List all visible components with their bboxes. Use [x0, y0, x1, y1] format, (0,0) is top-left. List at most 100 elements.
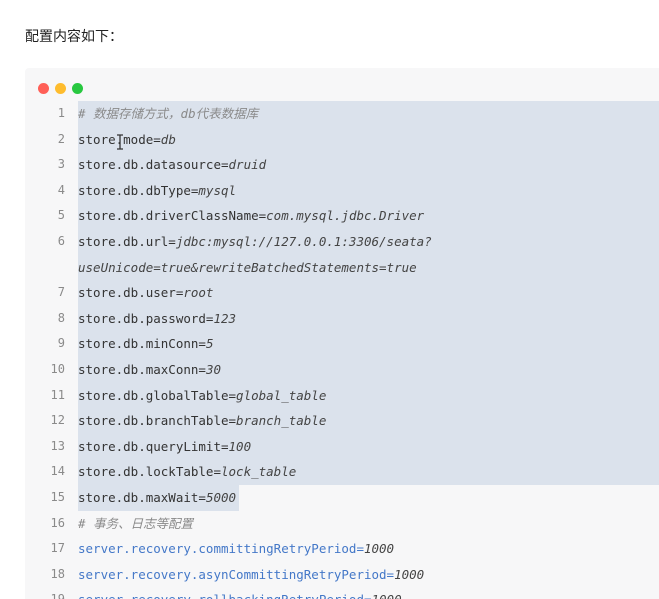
- line-text: store.db.lockTable=lock_table: [78, 459, 659, 485]
- line-text: server.recovery.committingRetryPeriod=10…: [78, 536, 659, 562]
- line-text: store.db.maxConn=30: [78, 357, 659, 383]
- config-key: store.db.password=: [78, 310, 214, 326]
- config-value: druid: [228, 157, 267, 173]
- config-key: server.recovery.rollbackingRetryPeriod=: [78, 592, 372, 599]
- config-value: 1000: [372, 592, 402, 599]
- code-line[interactable]: 8 store.db.password=123: [25, 305, 659, 332]
- config-value: 1000: [363, 541, 395, 557]
- intro-text: 配置内容如下：: [25, 29, 123, 45]
- config-value: 123: [213, 310, 237, 326]
- config-key: store.db.queryLimit=: [78, 438, 229, 454]
- code-line[interactable]: 1 # 数据存储方式，db代表数据库: [25, 101, 659, 127]
- config-value: 5000: [205, 489, 237, 505]
- line-number: 16: [50, 515, 65, 530]
- code-line[interactable]: 4 store.db.dbType=mysql: [25, 177, 659, 204]
- config-value: com.mysql.jdbc.Driver: [266, 208, 425, 224]
- code-line[interactable]: 3 store.db.datasource=druid: [25, 152, 659, 178]
- line-number: 17: [50, 541, 65, 556]
- line-number: 8: [57, 310, 65, 325]
- code-line[interactable]: 15 store.db.maxWait=5000: [25, 484, 659, 511]
- config-value: lock_table: [221, 464, 297, 480]
- line-number: 15: [50, 489, 65, 504]
- code-comment: # 事务、日志等配置: [78, 515, 194, 531]
- line-text: store.db.driverClassName=com.mysql.jdbc.…: [78, 203, 659, 229]
- config-key: store.db.driverClassName=: [78, 208, 267, 224]
- config-key: store.db.maxWait=: [78, 489, 206, 505]
- line-text: server.recovery.asynCommittingRetryPerio…: [78, 562, 659, 588]
- config-key: store.db.user=: [78, 285, 184, 301]
- config-value: 5: [205, 336, 214, 352]
- line-number: 14: [50, 464, 65, 479]
- config-key: server.recovery.committingRetryPeriod=: [78, 541, 364, 557]
- line-number: 19: [25, 587, 65, 599]
- config-key: store.db.datasource=: [78, 157, 229, 173]
- line-number: 7: [57, 285, 65, 300]
- config-value: root: [183, 285, 214, 301]
- line-text: store.db.user=root: [78, 280, 659, 306]
- page: 配置内容如下： 1 # 数据存储方式，db代表数据库 2 store.mode=db 3…: [0, 0, 659, 599]
- line-number: 2: [57, 131, 65, 146]
- line-text: store.db.maxWait=5000: [78, 485, 659, 511]
- code-lines[interactable]: 1 # 数据存储方式，db代表数据库 2 store.mode=db 3 store.db…: [25, 101, 659, 599]
- line-text: store.db.queryLimit=100: [78, 434, 659, 460]
- maximize-dot-icon: [72, 83, 83, 94]
- config-key: store.db.url=: [78, 233, 176, 249]
- config-key: server.recovery.asynCommittingRetryPerio…: [78, 566, 395, 582]
- config-value: 1000: [394, 566, 425, 582]
- line-text: store.db.url=jdbc:mysql://127.0.0.1:3306…: [78, 229, 659, 255]
- close-dot-icon: [38, 83, 49, 94]
- line-number: 13: [50, 438, 65, 453]
- code-line[interactable]: 10 store.db.maxConn=30: [25, 356, 659, 383]
- config-key: store.db.dbType=: [78, 182, 199, 198]
- line-number: 3: [57, 157, 65, 172]
- config-value: 100: [228, 438, 252, 454]
- code-line[interactable]: 11 store.db.globalTable=global_table: [25, 382, 659, 409]
- line-text: useUnicode=true&rewriteBatchedStatements…: [78, 255, 659, 281]
- line-number: 9: [57, 336, 65, 351]
- code-line[interactable]: 18 server.recovery.asynCommittingRetryPer…: [25, 562, 659, 588]
- code-line[interactable]: 12 store.db.branchTable=branch_table: [25, 408, 659, 434]
- code-line[interactable]: 17 server.recovery.committingRetryPeriod=…: [25, 536, 659, 562]
- line-text: store.db.datasource=druid: [78, 152, 659, 178]
- text-cursor-icon: [117, 134, 123, 150]
- line-text: # 事务、日志等配置: [78, 511, 659, 537]
- line-text: store.db.globalTable=global_table: [78, 383, 659, 409]
- config-value: mysql: [198, 182, 237, 198]
- code-line[interactable]: 16 # 事务、日志等配置: [25, 511, 659, 537]
- code-line[interactable]: 7 store.db.user=root: [25, 280, 659, 306]
- line-number: 12: [50, 413, 65, 428]
- minimize-dot-icon: [55, 83, 66, 94]
- config-key: store.db.globalTable=: [78, 387, 237, 403]
- line-number: 11: [50, 387, 65, 402]
- code-line[interactable]: 19 server.recovery.rollbackingRetryPeriod…: [25, 587, 659, 599]
- config-value: global_table: [236, 387, 327, 403]
- line-text: store.db.password=123: [78, 306, 659, 332]
- line-number: 5: [57, 208, 65, 223]
- config-value: useUnicode=true&rewriteBatchedStatements…: [78, 259, 417, 275]
- code-line[interactable]: 6 store.db.url=jdbc:mysql://127.0.0.1:330…: [25, 228, 659, 255]
- config-key: store.db.maxConn=: [78, 361, 206, 377]
- code-comment: # 数据存储方式，db代表数据库: [78, 106, 259, 121]
- config-value: db: [160, 131, 176, 147]
- line-number: 10: [50, 361, 65, 376]
- line-number: 4: [57, 182, 65, 197]
- config-key: store.db.minConn=: [78, 336, 206, 352]
- config-value: jdbc:mysql://127.0.0.1:3306/seata?: [175, 233, 432, 249]
- line-text: store.db.branchTable=branch_table: [78, 408, 659, 434]
- window-controls: [38, 83, 83, 94]
- line-text: store.mode=db: [78, 127, 659, 153]
- line-text: server.recovery.rollbackingRetryPeriod=1…: [78, 587, 659, 599]
- config-value: branch_table: [236, 413, 327, 429]
- config-key: store.db.branchTable=: [78, 413, 237, 429]
- code-line[interactable]: 5 store.db.driverClassName=com.mysql.jdbc…: [25, 203, 659, 229]
- code-line[interactable]: 14 store.db.lockTable=lock_table: [25, 459, 659, 485]
- code-line[interactable]: 13 store.db.queryLimit=100: [25, 433, 659, 460]
- code-line[interactable]: useUnicode=true&rewriteBatchedStatements…: [25, 254, 659, 281]
- line-text: store.db.dbType=mysql: [78, 178, 659, 204]
- line-text: # 数据存储方式，db代表数据库: [78, 101, 659, 127]
- line-text: store.db.minConn=5: [78, 331, 659, 357]
- line-number: 18: [50, 566, 65, 581]
- line-number: 1: [57, 106, 65, 120]
- code-line[interactable]: 9 store.db.minConn=5: [25, 331, 659, 357]
- config-value: 30: [205, 361, 221, 377]
